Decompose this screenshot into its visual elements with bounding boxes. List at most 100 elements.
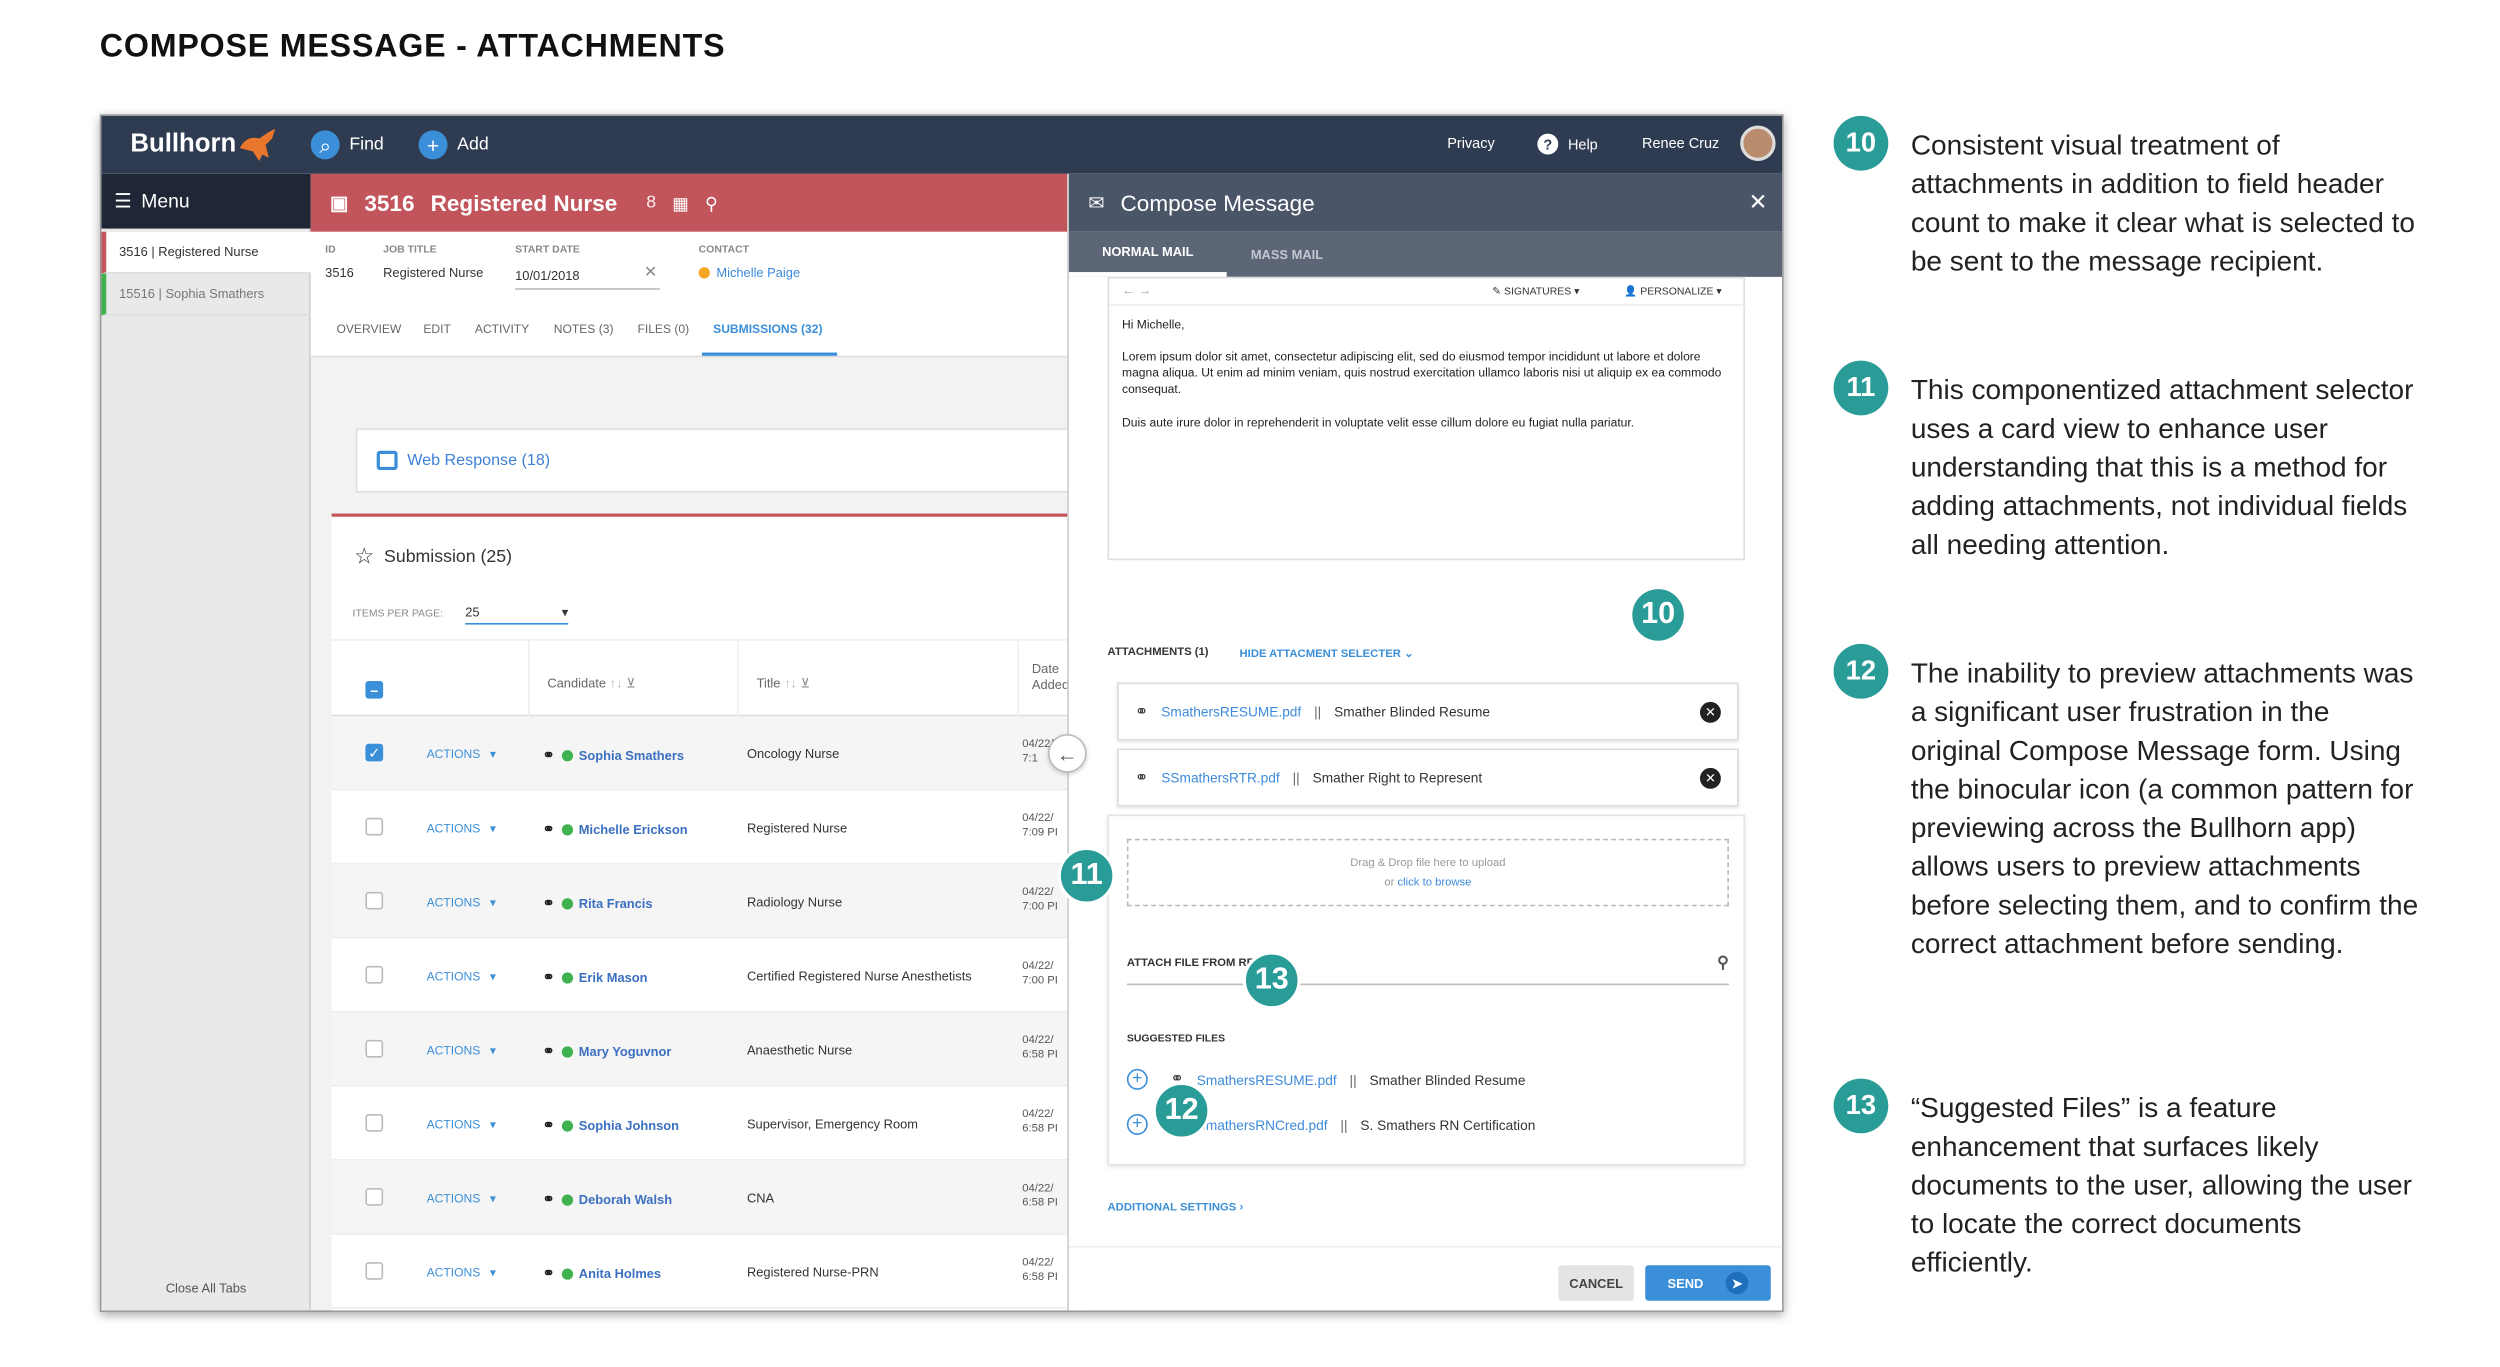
binoculars-icon[interactable]: ⚭ (543, 895, 555, 913)
close-all-tabs-button[interactable]: Close All Tabs (101, 1281, 310, 1295)
cancel-button[interactable]: CANCEL (1558, 1265, 1634, 1301)
col-title[interactable]: Title ↑↓ ⊻ (757, 676, 810, 690)
app-logo[interactable]: Bullhorn (130, 130, 236, 159)
sidebar-item-candidate[interactable]: 15516 | Sophia Smathers (101, 273, 311, 316)
row-checkbox[interactable] (365, 965, 384, 984)
candidate-link[interactable]: ⚭ Michelle Erickson (543, 821, 688, 839)
actions-dropdown[interactable]: ACTIONS ▾ (427, 1191, 496, 1205)
clear-date-icon[interactable]: ✕ (644, 264, 658, 282)
signatures-dropdown[interactable]: ✎ SIGNATURES ▾ (1492, 285, 1579, 298)
table-row[interactable]: ACTIONS ▾ ⚭ Rita Francis Radiology Nurse 04/2… (331, 864, 1089, 939)
message-editor[interactable]: ← → ✎ SIGNATURES ▾ 👤 PERSONALIZE ▾ Hi Mi… (1107, 276, 1747, 561)
row-checkbox[interactable] (365, 1262, 384, 1280)
table-row[interactable]: ACTIONS ▾ ⚭ Anita Holmes Registered Nurse-PR… (331, 1235, 1089, 1309)
binoculars-icon[interactable]: ⚭ (543, 1117, 555, 1135)
attach-from-record-field[interactable]: ATTACH FILE FROM RECORD ⚲ (1126, 955, 1729, 986)
table-row[interactable]: ACTIONS ▾ ⚭ Sophia Johnson Supervisor, Emerg… (331, 1087, 1089, 1161)
binoculars-icon[interactable]: ⚭ (543, 969, 555, 987)
candidate-link[interactable]: ⚭ Anita Holmes (543, 1265, 662, 1283)
candidate-link[interactable]: ⚭ Mary Yoguvnor (543, 1043, 672, 1061)
find-button[interactable]: ⌕ Find (310, 130, 384, 160)
col-candidate[interactable]: Candidate ↑↓ ⊻ (547, 676, 635, 690)
location-pin-icon[interactable]: ⚲ (705, 192, 718, 213)
additional-settings-link[interactable]: ADDITIONAL SETTINGS › (1108, 1203, 1244, 1214)
top-bar: Bullhorn ⌕ Find + Add Privacy ? Help Renee … (101, 115, 1783, 174)
binoculars-icon[interactable]: ⚭ (1135, 769, 1149, 787)
close-icon[interactable]: ✕ (1749, 188, 1768, 215)
actions-dropdown[interactable]: ACTIONS ▾ (427, 1117, 496, 1131)
personalize-dropdown[interactable]: 👤 PERSONALIZE ▾ (1624, 285, 1721, 298)
actions-dropdown[interactable]: ACTIONS ▾ (427, 747, 496, 761)
tab-notes[interactable]: NOTES (3) (554, 322, 614, 336)
tab-activity[interactable]: ACTIVITY (475, 322, 529, 336)
candidate-link[interactable]: ⚭ Sophia Smathers (543, 747, 685, 765)
candidate-link[interactable]: ⚭ Sophia Johnson (543, 1117, 679, 1135)
col-date[interactable]: Date Added (1032, 662, 1071, 694)
row-checkbox[interactable] (365, 1039, 384, 1058)
row-checkbox[interactable] (365, 891, 384, 910)
privacy-link[interactable]: Privacy (1447, 135, 1495, 151)
add-circle-icon[interactable]: + (1126, 1068, 1148, 1090)
attachment-file-link[interactable]: SSmathersRTR.pdf (1161, 769, 1279, 785)
binoculars-icon[interactable]: ⚭ (543, 821, 555, 839)
row-checkbox[interactable] (365, 817, 384, 836)
attachment-file-link[interactable]: SmathersRESUME.pdf (1161, 703, 1301, 719)
actions-dropdown[interactable]: ACTIONS ▾ (427, 1265, 496, 1279)
add-circle-icon[interactable]: + (1126, 1113, 1148, 1135)
binoculars-icon[interactable]: ⚭ (543, 747, 555, 765)
suggested-file-link[interactable]: SmathersRESUME.pdf (1197, 1071, 1337, 1087)
table-row[interactable]: ACTIONS ▾ ⚭ Deborah Walsh CNA 04/22/6:58 PI (331, 1160, 1089, 1235)
separator: || (1340, 1116, 1348, 1133)
collapse-arrow-icon[interactable]: ← (1047, 734, 1087, 773)
actions-dropdown[interactable]: ACTIONS ▾ (427, 821, 496, 835)
remove-attachment-icon[interactable]: ✕ (1699, 701, 1721, 723)
candidate-link[interactable]: ⚭ Deborah Walsh (543, 1191, 673, 1209)
tab-edit[interactable]: EDIT (423, 322, 451, 336)
send-button[interactable]: SEND ➤ (1645, 1265, 1771, 1301)
tab-submissions[interactable]: SUBMISSIONS (32) (713, 322, 822, 336)
actions-dropdown[interactable]: ACTIONS ▾ (427, 1043, 496, 1057)
row-checkbox[interactable]: ✓ (365, 743, 384, 762)
star-icon[interactable]: ☆ (354, 543, 374, 570)
binoculars-icon[interactable]: ⚭ (543, 1265, 555, 1283)
binoculars-icon[interactable]: ⚭ (543, 1043, 555, 1061)
add-button[interactable]: + Add (418, 130, 489, 160)
user-name[interactable]: Renee Cruz (1642, 135, 1719, 151)
browse-link[interactable]: click to browse (1398, 877, 1472, 888)
tab-mass-mail[interactable]: MASS MAIL (1251, 232, 1323, 277)
table-row[interactable]: ✓ ACTIONS ▾ ⚭ Sophia Smathers Oncology Nurse 0… (331, 716, 1089, 791)
menu-button[interactable]: ☰ Menu (101, 173, 311, 229)
status-dot-icon (561, 1120, 573, 1132)
undo-redo-icon[interactable]: ← → (1122, 283, 1151, 297)
actions-dropdown[interactable]: ACTIONS ▾ (427, 895, 496, 909)
help-link[interactable]: ? Help (1537, 133, 1598, 155)
footer-divider (1068, 1245, 1783, 1248)
time-cell: 7:00 PI (1022, 975, 1058, 987)
table-row[interactable]: ACTIONS ▾ ⚭ Michelle Erickson Registered Nur… (331, 790, 1089, 865)
table-row[interactable]: ACTIONS ▾ ⚭ Erik Mason Certified Registered … (331, 939, 1089, 1013)
hide-selector-link[interactable]: HIDE ATTACMENT SELECTER ⌄ (1240, 647, 1414, 660)
start-date-input[interactable]: 10/01/2018 (515, 269, 661, 290)
calendar-icon[interactable]: ▦ (672, 192, 689, 213)
tab-overview[interactable]: OVERVIEW (336, 322, 401, 336)
avatar[interactable] (1740, 125, 1776, 161)
binoculars-icon[interactable]: ⚭ (543, 1191, 555, 1209)
select-all-checkbox[interactable]: – (365, 680, 384, 699)
tab-normal-mail[interactable]: NORMAL MAIL (1068, 232, 1227, 277)
web-response-card[interactable]: Web Response (18) (355, 428, 1081, 493)
remove-attachment-icon[interactable]: ✕ (1699, 767, 1721, 789)
file-dropzone[interactable]: Drag & Drop file here to upload or click… (1126, 838, 1729, 907)
tab-files[interactable]: FILES (0) (637, 322, 689, 336)
candidate-link[interactable]: ⚭ Rita Francis (543, 895, 653, 913)
actions-dropdown[interactable]: ACTIONS ▾ (427, 969, 496, 983)
ats-icon[interactable]: 8 (646, 193, 656, 212)
candidate-link[interactable]: ⚭ Erik Mason (543, 969, 648, 987)
binoculars-icon[interactable]: ⚭ (1135, 703, 1149, 721)
row-checkbox[interactable] (365, 1188, 384, 1206)
contact-field[interactable]: Michelle Paige (698, 266, 800, 280)
items-per-page-select[interactable]: 25 ▾ (465, 605, 569, 625)
row-checkbox[interactable] (365, 1113, 384, 1132)
suggested-file-link[interactable]: SmathersRNCred.pdf (1197, 1116, 1328, 1132)
table-row[interactable]: ACTIONS ▾ ⚭ Mary Yoguvnor Anaesthetic Nurse 0… (331, 1012, 1089, 1087)
sidebar-item-job[interactable]: 3516 | Registered Nurse (101, 231, 311, 274)
